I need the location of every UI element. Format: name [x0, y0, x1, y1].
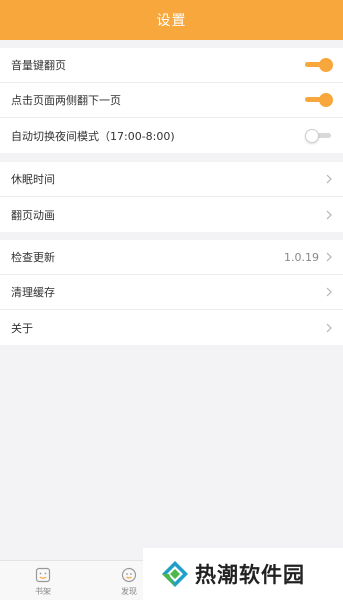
page-animation-row[interactable]: 翻页动画 [0, 197, 343, 232]
volume-key-page-turn-row[interactable]: 音量键翻页 [0, 48, 343, 83]
watermark-logo-icon [162, 561, 188, 587]
auto-night-mode-label: 自动切换夜间模式（17:00-8:00) [11, 129, 175, 143]
clear-cache-label: 清理缓存 [11, 286, 55, 299]
watermark-text: 热潮软件园 [195, 563, 305, 587]
toggle-knob [319, 58, 333, 72]
auto-night-mode-row[interactable]: 自动切换夜间模式（17:00-8:00) [0, 118, 343, 153]
chevron-right-icon [326, 287, 332, 297]
tap-sides-page-turn-toggle[interactable] [305, 91, 333, 109]
volume-key-page-turn-label: 音量键翻页 [11, 59, 66, 72]
page-title: 设置 [156, 13, 187, 29]
sleep-time-label: 休眠时间 [11, 173, 55, 186]
check-update-row[interactable]: 检查更新 1.0.19 [0, 240, 343, 275]
chevron-right-icon [326, 174, 332, 184]
chevron-right-icon [326, 252, 332, 262]
toggle-knob [319, 93, 333, 107]
page-animation-label: 翻页动画 [11, 208, 55, 222]
discover-icon [121, 567, 137, 582]
chevron-right-icon [326, 323, 332, 332]
settings-screen: 设置 音量键翻页 点击页面两侧翻下一页 自动切换夜间模式（17:00-8:00) [0, 0, 343, 600]
about-settings-group: 检查更新 1.0.19 清理缓存 关于 [0, 240, 343, 345]
volume-key-page-turn-toggle[interactable] [305, 56, 333, 74]
clear-cache-row[interactable]: 清理缓存 [0, 275, 343, 310]
tab-bookshelf[interactable]: 书架 [13, 561, 73, 600]
title-bar: 设置 [0, 0, 343, 40]
version-value: 1.0.19 [284, 250, 319, 264]
check-update-label: 检查更新 [11, 251, 55, 264]
about-row[interactable]: 关于 [0, 310, 343, 345]
watermark: 热潮软件园 [143, 548, 343, 600]
auto-night-mode-toggle[interactable] [305, 127, 333, 145]
display-settings-group: 休眠时间 翻页动画 [0, 162, 343, 232]
tab-bookshelf-label: 书架 [35, 586, 51, 596]
check-update-right: 1.0.19 [284, 251, 333, 264]
tap-sides-page-turn-row[interactable]: 点击页面两侧翻下一页 [0, 83, 343, 118]
chevron-right-icon [326, 210, 332, 219]
toggle-knob [305, 128, 319, 143]
sleep-time-row[interactable]: 休眠时间 [0, 162, 343, 197]
tap-sides-page-turn-label: 点击页面两侧翻下一页 [11, 94, 121, 107]
reading-settings-group: 音量键翻页 点击页面两侧翻下一页 自动切换夜间模式（17:00-8:00) [0, 48, 343, 153]
about-label: 关于 [11, 321, 33, 335]
tab-discover-label: 发现 [121, 586, 137, 596]
bookshelf-icon [35, 567, 51, 582]
